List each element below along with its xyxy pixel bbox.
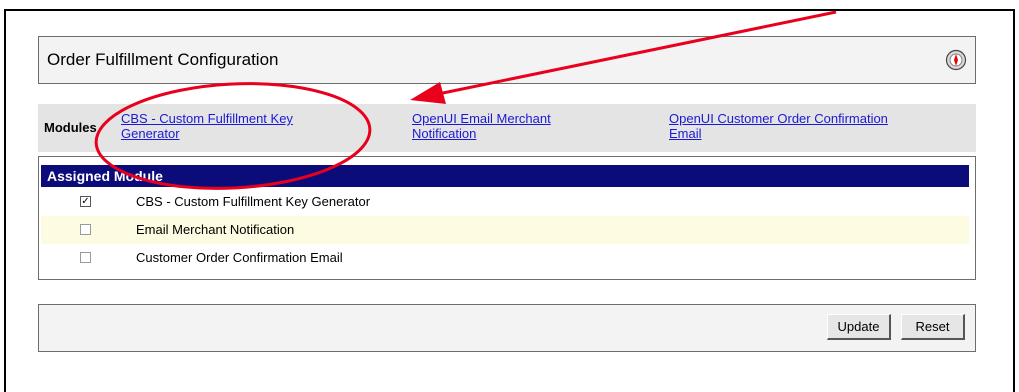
module-link-email-merchant[interactable]: OpenUI Email Merchant Notification [412,111,551,141]
module-label: Customer Order Confirmation Email [136,250,343,265]
table-row: ✓ CBS - Custom Fulfillment Key Generator [41,188,969,216]
modules-label: Modules [44,120,97,135]
module-link-line: Generator [121,126,180,141]
assigned-module-table: Assigned Module ✓ CBS - Custom Fulfillme… [38,156,976,280]
modules-bar: Modules CBS - Custom Fulfillment Key Gen… [38,104,976,152]
module-link-customer-confirmation[interactable]: OpenUI Customer Order Confirmation Email [669,111,888,141]
module-link-line: CBS - Custom Fulfillment Key [121,111,293,126]
module-label: Email Merchant Notification [136,222,295,237]
module-link-line: Email [669,126,702,141]
module-link-line: OpenUI Customer Order Confirmation [669,111,888,126]
title-bar: Order Fulfillment Configuration [38,36,976,84]
module-label: CBS - Custom Fulfillment Key Generator [136,194,371,209]
table-row: Customer Order Confirmation Email [41,244,969,272]
module-checkbox[interactable]: ✓ [80,196,91,207]
module-link-line: OpenUI Email Merchant [412,111,551,126]
update-button[interactable]: Update [827,314,891,340]
assigned-module-header: Assigned Module [47,168,163,184]
module-checkbox[interactable] [80,224,91,235]
page-title: Order Fulfillment Configuration [47,50,279,69]
module-checkbox[interactable] [80,252,91,263]
module-link-cbs[interactable]: CBS - Custom Fulfillment Key Generator [121,111,293,141]
module-link-line: Notification [412,126,477,141]
footer-bar: Update Reset [38,304,976,352]
reset-button[interactable]: Reset [901,314,965,340]
table-row: Email Merchant Notification [41,216,969,244]
table-header: Assigned Module [41,165,969,187]
help-icon[interactable] [945,49,967,71]
